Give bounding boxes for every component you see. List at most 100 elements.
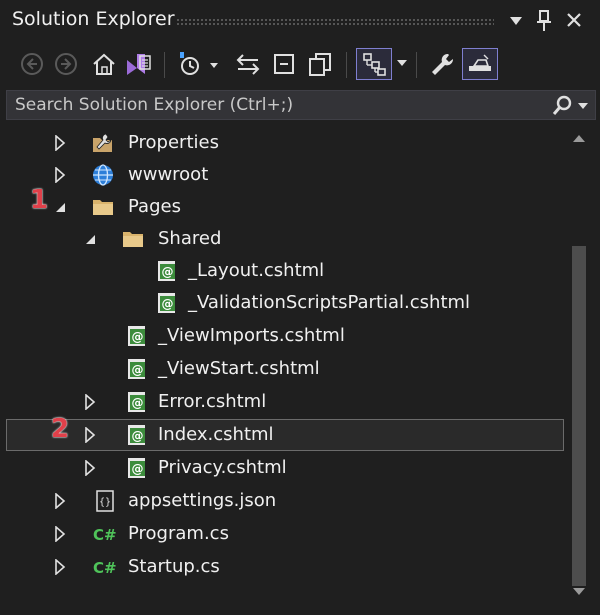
tree-item-label: _ViewImports.cshtml	[158, 325, 345, 346]
sync-arrows-icon	[236, 54, 260, 75]
tree-item-label: Pages	[128, 196, 181, 217]
tree-item-label: Startup.cs	[128, 556, 220, 577]
toolbar-separator	[164, 52, 165, 78]
razor-file-icon: @	[128, 359, 145, 379]
json-file-icon: {}	[96, 490, 114, 512]
tree-item-viewstart[interactable]: @ _ViewStart.cshtml	[6, 353, 564, 385]
back-button[interactable]	[16, 48, 48, 80]
tree-item-viewimports[interactable]: @ _ViewImports.cshtml	[6, 320, 564, 352]
chevron-right-icon[interactable]	[52, 493, 68, 509]
visual-studio-views-icon	[127, 54, 151, 75]
tree-item-label: wwwroot	[128, 164, 209, 185]
tree-item-validation-scripts-partial[interactable]: @ _ValidationScriptsPartial.cshtml	[6, 287, 564, 319]
tree-item-label: _ViewStart.cshtml	[158, 358, 320, 379]
collapse-all-button[interactable]	[268, 48, 300, 80]
drag-grip[interactable]	[176, 18, 494, 25]
tree-item-wwwroot[interactable]: wwwroot	[6, 159, 564, 191]
chevron-right-icon[interactable]	[52, 559, 68, 575]
svg-text:@: @	[132, 462, 144, 476]
properties-button[interactable]	[426, 48, 458, 80]
tree-item-program[interactable]: C# Program.cs	[6, 518, 564, 550]
annotation-marker-2: 2	[51, 414, 70, 444]
home-button[interactable]	[88, 48, 120, 80]
copy-pages-icon	[309, 53, 331, 76]
svg-text:@: @	[132, 330, 144, 344]
search-placeholder: Search Solution Explorer (Ctrl+;)	[15, 95, 294, 115]
tree-item-startup[interactable]: C# Startup.cs	[6, 551, 564, 583]
forward-button[interactable]	[50, 48, 82, 80]
forward-icon	[55, 53, 77, 75]
solution-tree: Properties wwwroot 1 Pages Shared @ _Lay…	[6, 124, 564, 609]
switch-views-button[interactable]	[122, 48, 154, 80]
razor-file-icon: @	[128, 458, 145, 478]
sync-with-document-button[interactable]	[232, 48, 264, 80]
search-icon[interactable]	[551, 95, 573, 117]
tree-item-properties[interactable]: Properties	[6, 127, 564, 159]
tree-item-label: Program.cs	[128, 523, 229, 544]
razor-file-icon: @	[128, 326, 145, 346]
tree-item-appsettings[interactable]: {} appsettings.json	[6, 485, 564, 517]
dropdown-icon[interactable]	[508, 14, 524, 28]
tree-item-label: Shared	[158, 228, 222, 249]
clock-filter-icon	[180, 52, 218, 75]
razor-file-icon: @	[158, 293, 175, 313]
svg-text:C#: C#	[93, 526, 117, 544]
tree-item-label: Privacy.cshtml	[158, 457, 287, 478]
svg-text:@: @	[132, 396, 144, 410]
show-all-files-button[interactable]	[304, 48, 336, 80]
solution-explorer-panel: Solution Explorer Search Solution Explor…	[0, 0, 600, 615]
view-hierarchy-button[interactable]	[356, 48, 392, 80]
chevron-right-icon[interactable]	[52, 135, 68, 151]
back-icon	[21, 53, 43, 75]
folder-icon	[123, 232, 143, 247]
tree-item-label: _ValidationScriptsPartial.cshtml	[188, 292, 471, 313]
scroll-up-icon[interactable]	[572, 134, 586, 144]
chevron-down-icon[interactable]	[396, 58, 408, 68]
toolbar-separator	[416, 52, 417, 78]
tree-item-error[interactable]: @ Error.cshtml	[6, 386, 564, 418]
expanded-arrow-icon[interactable]	[82, 231, 98, 247]
pin-icon[interactable]	[536, 10, 552, 32]
tree-item-privacy[interactable]: @ Privacy.cshtml	[6, 452, 564, 484]
svg-text:C#: C#	[93, 559, 117, 577]
scrollbar-thumb[interactable]	[572, 246, 586, 586]
svg-text:@: @	[162, 265, 174, 279]
search-box[interactable]: Search Solution Explorer (Ctrl+;)	[6, 90, 596, 120]
annotation-marker-1: 1	[30, 185, 49, 215]
tree-item-pages[interactable]: 1 Pages	[6, 185, 564, 223]
chevron-right-icon[interactable]	[52, 167, 68, 183]
chevron-down-icon[interactable]	[577, 101, 589, 111]
preview-pin-icon	[469, 54, 491, 71]
preview-selected-items-button[interactable]	[462, 48, 498, 80]
csharp-file-icon: C#	[93, 526, 117, 544]
svg-text:@: @	[132, 429, 144, 443]
tree-item-index[interactable]: 2 @ Index.cshtml	[6, 414, 564, 451]
globe-icon	[93, 164, 113, 186]
toolbar	[0, 42, 600, 88]
folder-icon	[93, 200, 113, 215]
razor-file-icon: @	[158, 261, 175, 281]
chevron-right-icon[interactable]	[82, 394, 98, 410]
chevron-right-icon[interactable]	[52, 526, 68, 542]
svg-text:{}: {}	[99, 497, 111, 508]
razor-file-icon: @	[128, 425, 145, 445]
csharp-file-icon: C#	[93, 559, 117, 577]
pending-changes-filter-button[interactable]	[174, 48, 222, 80]
vertical-scrollbar[interactable]	[568, 124, 590, 609]
expanded-arrow-icon[interactable]	[52, 199, 68, 215]
tree-item-label: Error.cshtml	[158, 391, 267, 412]
tree-item-label: Index.cshtml	[158, 424, 274, 445]
svg-text:@: @	[132, 363, 144, 377]
chevron-right-icon[interactable]	[82, 460, 98, 476]
svg-text:@: @	[162, 297, 174, 311]
title-bar: Solution Explorer	[0, 0, 600, 42]
hierarchy-icon	[363, 53, 386, 76]
tree-item-layout[interactable]: @ _Layout.cshtml	[6, 255, 564, 287]
tree-item-label: _Layout.cshtml	[188, 260, 325, 281]
home-icon	[93, 53, 115, 75]
scroll-down-icon[interactable]	[572, 586, 586, 596]
tree-item-shared[interactable]: Shared	[6, 223, 564, 255]
collapse-all-icon	[274, 54, 294, 74]
close-icon[interactable]	[566, 12, 582, 28]
chevron-right-icon[interactable]	[82, 427, 98, 443]
